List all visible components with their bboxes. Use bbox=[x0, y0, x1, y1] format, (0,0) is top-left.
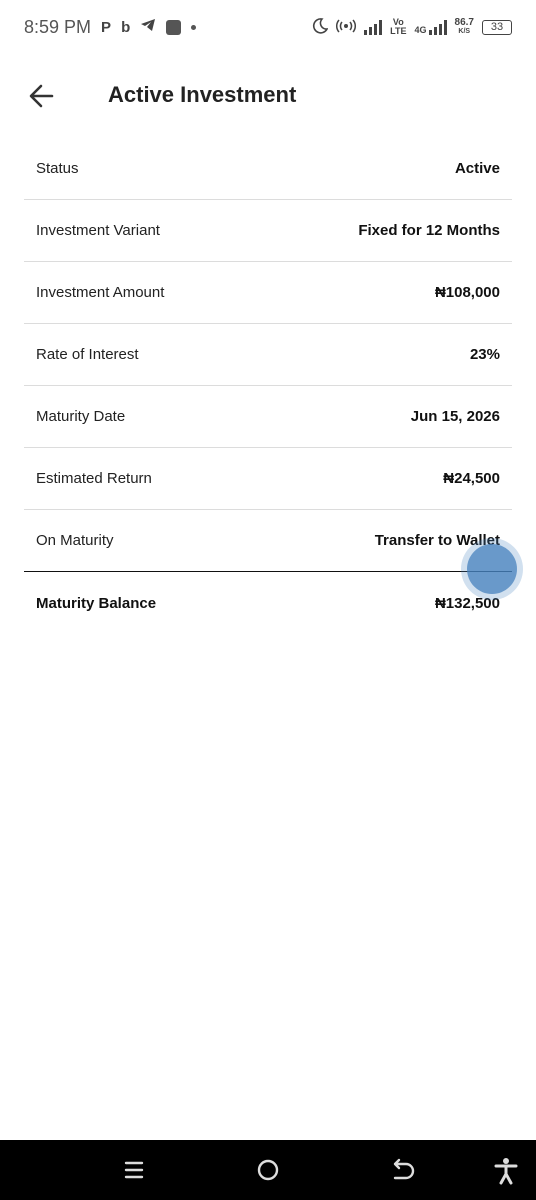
detail-row-rate-of-interest: Rate of Interest 23% bbox=[24, 324, 512, 386]
detail-value: Jun 15, 2026 bbox=[410, 408, 500, 425]
detail-row-maturity-date: Maturity Date Jun 15, 2026 bbox=[24, 386, 512, 448]
app-square-icon bbox=[166, 19, 182, 35]
detail-value: ₦24,500 bbox=[443, 470, 500, 487]
network-speed: 86.7 K/S bbox=[454, 17, 474, 36]
detail-row-estimated-return: Estimated Return ₦24,500 bbox=[24, 448, 512, 510]
back-button[interactable] bbox=[24, 78, 60, 114]
network-type: 4G bbox=[414, 25, 427, 35]
p-icon: P bbox=[101, 18, 112, 36]
accessibility-button[interactable] bbox=[491, 1155, 521, 1185]
status-bar: 8:59 PM P b Vo LTE 4G 86.7 K/S 33 bbox=[0, 0, 536, 54]
volte-icon: Vo LTE bbox=[390, 17, 407, 36]
hotspot-icon bbox=[336, 19, 357, 36]
detail-row-investment-amount: Investment Amount ₦108,000 bbox=[24, 262, 512, 324]
page-title: Active Investment bbox=[108, 82, 297, 107]
signal-icon bbox=[364, 19, 383, 35]
detail-label: Estimated Return bbox=[36, 470, 152, 487]
detail-label: On Maturity bbox=[36, 532, 114, 549]
home-button[interactable] bbox=[253, 1155, 283, 1185]
telegram-icon bbox=[140, 18, 156, 37]
nav-back-button[interactable] bbox=[386, 1155, 416, 1185]
detail-label: Investment Variant bbox=[36, 222, 160, 239]
moon-icon bbox=[312, 17, 329, 37]
detail-value: Active bbox=[454, 160, 500, 177]
detail-label: Status bbox=[36, 160, 79, 177]
detail-value: 23% bbox=[469, 346, 500, 363]
battery-icon: 33 bbox=[482, 19, 512, 35]
back-nav-icon bbox=[393, 1158, 415, 1180]
detail-row-investment-variant: Investment Variant Fixed for 12 Months bbox=[24, 200, 512, 262]
app-header: Active Investment bbox=[0, 62, 536, 130]
status-bar-left: 8:59 PM P b bbox=[24, 16, 197, 38]
recents-button[interactable] bbox=[119, 1155, 149, 1185]
dot-icon bbox=[191, 24, 197, 30]
b-icon: b bbox=[121, 18, 131, 36]
system-nav-bar bbox=[0, 1140, 536, 1200]
investment-details-list: Status Active Investment Variant Fixed f… bbox=[24, 138, 512, 634]
detail-row-status: Status Active bbox=[24, 138, 512, 200]
home-icon bbox=[257, 1159, 279, 1181]
accessibility-icon bbox=[494, 1158, 518, 1185]
detail-label: Maturity Date bbox=[36, 408, 126, 425]
detail-row-maturity-balance: Maturity Balance ₦132,500 bbox=[24, 572, 512, 634]
touch-indicator-core bbox=[467, 544, 517, 594]
arrow-left-icon bbox=[29, 84, 54, 108]
detail-row-on-maturity: On Maturity Transfer to Wallet bbox=[24, 510, 512, 572]
detail-label: Rate of Interest bbox=[36, 346, 139, 363]
total-label: Maturity Balance bbox=[36, 594, 157, 612]
status-bar-right: Vo LTE 4G 86.7 K/S 33 bbox=[312, 18, 512, 37]
detail-value: ₦108,000 bbox=[434, 284, 500, 301]
touch-indicator bbox=[461, 538, 523, 600]
recents-icon bbox=[124, 1161, 144, 1179]
status-time: 8:59 PM bbox=[24, 16, 92, 37]
detail-value: Fixed for 12 Months bbox=[358, 222, 500, 239]
detail-label: Investment Amount bbox=[36, 284, 165, 301]
4g-signal-icon: 4G bbox=[415, 19, 447, 35]
